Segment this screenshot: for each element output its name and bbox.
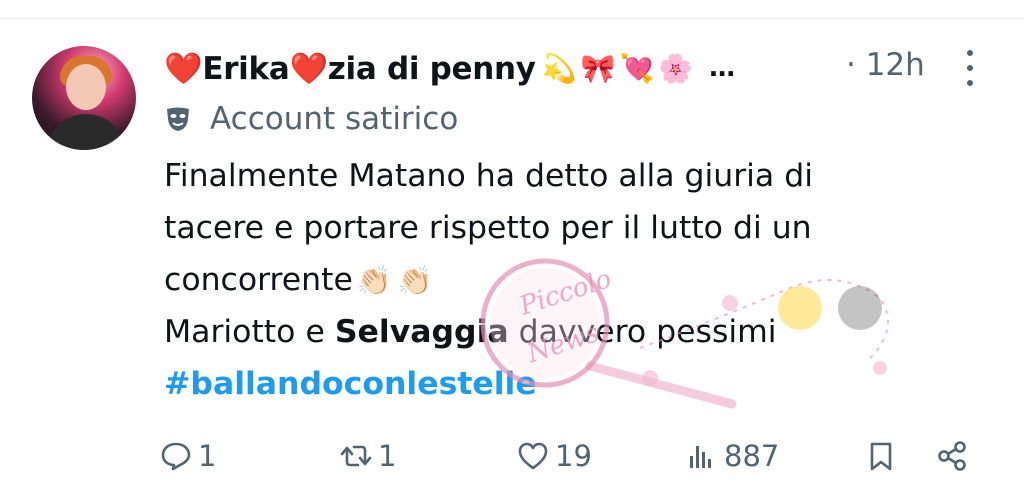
share-icon xyxy=(938,441,966,471)
tweet-line-1: Finalmente Matano ha detto alla giuria d… xyxy=(164,158,813,194)
mask-icon xyxy=(167,107,189,131)
timestamp[interactable]: · 12h xyxy=(846,47,925,83)
avatar[interactable] xyxy=(32,46,136,150)
hashtag-link[interactable]: #ballandoconlestelle xyxy=(164,366,537,402)
heart-emoji-mid: ❤️ xyxy=(289,50,328,87)
reply-count: 1 xyxy=(198,439,217,473)
views-icon xyxy=(690,446,711,468)
clap-emojis: 👏🏻👏🏻 xyxy=(356,264,439,297)
top-divider xyxy=(0,18,1024,19)
tweet-line-2: tacere e portare rispetto per il lutto d… xyxy=(164,210,812,246)
tweet-line-5: #ballandoconlestelle xyxy=(164,358,964,410)
views-button[interactable]: 887 xyxy=(686,432,779,480)
retweet-button[interactable]: 1 xyxy=(340,432,396,480)
bookmark-icon xyxy=(870,442,892,471)
name-ellipsis: … xyxy=(709,53,738,83)
display-name[interactable]: ❤️Erika❤️zia di penny xyxy=(164,50,536,87)
account-label: Account satirico xyxy=(164,99,458,139)
action-bar: 1 1 19 887 xyxy=(160,432,990,480)
tweet-line-3: concorrente 👏🏻👏🏻 xyxy=(164,262,439,298)
reply-icon xyxy=(161,442,191,471)
reply-button[interactable]: 1 xyxy=(160,432,216,480)
account-label-text: Account satirico xyxy=(210,101,459,137)
tweet-line-4: Mariotto e Selvaggia davvero pessimi xyxy=(164,314,777,350)
share-button[interactable] xyxy=(936,432,968,480)
name-emojis: 💫🎀💘🌸 xyxy=(541,51,698,85)
more-icon[interactable] xyxy=(960,50,980,86)
retweet-icon xyxy=(340,445,372,467)
like-icon xyxy=(518,442,548,470)
tweet-text: Finalmente Matano ha detto alla giuria d… xyxy=(164,150,964,410)
heart-emoji-left: ❤️ xyxy=(164,50,203,87)
like-count: 19 xyxy=(555,439,592,473)
bold-name: Selvaggia xyxy=(334,314,509,350)
tweet-header: ❤️Erika❤️zia di penny 💫🎀💘🌸 … xyxy=(164,44,737,92)
retweet-count: 1 xyxy=(378,439,397,473)
views-count: 887 xyxy=(724,439,780,473)
like-button[interactable]: 19 xyxy=(517,432,592,480)
bookmark-button[interactable] xyxy=(865,432,897,480)
